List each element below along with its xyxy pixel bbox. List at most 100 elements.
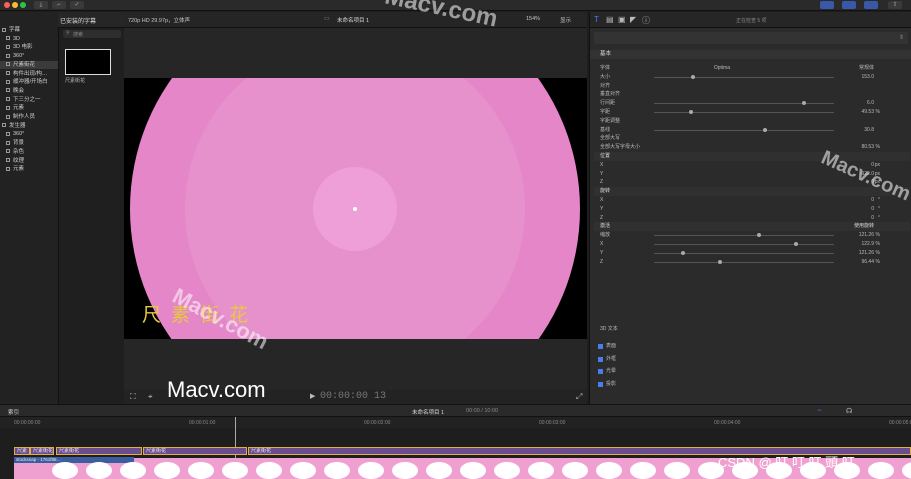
title-clip[interactable]: 尺素街花 xyxy=(30,447,54,455)
inspector-row[interactable]: Z 0 ° xyxy=(594,214,910,223)
slider-knob[interactable] xyxy=(689,110,693,114)
close-window-button[interactable] xyxy=(4,2,10,8)
sidebar-item[interactable]: 360° xyxy=(0,130,58,139)
zoom-level[interactable]: 154% xyxy=(526,16,540,22)
slider-knob[interactable] xyxy=(802,101,806,106)
inspector-row[interactable]: 垂直对齐 xyxy=(594,90,910,99)
background-tasks-button[interactable]: ✓ xyxy=(70,1,84,9)
value-slider[interactable] xyxy=(654,261,834,263)
inspector-row[interactable]: 行间距 6.0 xyxy=(594,99,910,108)
sidebar-item[interactable]: 下三分之一 xyxy=(0,96,58,105)
inspector-row-value[interactable]: 30.8 xyxy=(864,126,874,135)
inspector-row[interactable]: Z 96.44% xyxy=(594,258,910,267)
transform-icon[interactable]: ⛶ xyxy=(130,392,136,402)
title-clip[interactable]: 尺素 xyxy=(14,447,30,455)
sidebar-item[interactable]: 360° xyxy=(0,52,58,61)
inspector-row[interactable]: 字距调整 xyxy=(594,117,910,126)
inspector-check-row[interactable]: 投影 xyxy=(594,380,910,389)
inspector-row-value[interactable]: 122.9 xyxy=(861,240,874,249)
text-inspector-icon[interactable]: T xyxy=(594,15,599,24)
inspector-row[interactable]: X 122.9% xyxy=(594,240,910,249)
inspector-row[interactable]: 旋转 xyxy=(594,187,910,196)
section-basic[interactable]: 基本 xyxy=(590,50,911,59)
filter-icon[interactable]: ◤ xyxy=(630,15,636,24)
text3d-row[interactable]: 3D 文本 xyxy=(594,325,910,334)
inspector-row-value[interactable]: 153.0 xyxy=(861,73,874,82)
value-slider[interactable] xyxy=(654,103,834,105)
value-slider[interactable] xyxy=(654,112,834,113)
search-field[interactable]: ⚲ 搜索 xyxy=(63,30,121,38)
slider-knob[interactable] xyxy=(691,74,695,79)
inspector-row[interactable]: 全部大写字母大小 80.53% xyxy=(594,143,910,152)
inspector-row[interactable]: Y 0 ° xyxy=(594,205,910,214)
clip-thumbnail[interactable] xyxy=(65,49,111,75)
inspector-row-value[interactable]: 使用旋转 xyxy=(854,222,874,231)
inspector-row-value2[interactable]: 常规体 xyxy=(859,64,874,73)
sidebar-item[interactable]: 晚会 xyxy=(0,87,58,96)
inspector-check-row[interactable]: 外框 xyxy=(594,355,910,364)
inspector-row-value[interactable]: 121.26 xyxy=(859,249,874,258)
info-icon[interactable]: ⓘ xyxy=(642,15,650,26)
fullscreen-icon[interactable]: ⤢ xyxy=(576,392,582,402)
crop-icon[interactable]: ⌖ xyxy=(148,392,153,402)
preset-dropdown[interactable]: ⇕ xyxy=(594,32,908,44)
value-slider[interactable] xyxy=(654,244,834,245)
play-icon[interactable]: ▶ xyxy=(310,392,315,400)
share-button[interactable]: ⇧ xyxy=(888,1,902,9)
sidebar-item[interactable]: 发生器 xyxy=(0,122,58,131)
inspector-row[interactable]: 全部大写 xyxy=(594,134,910,143)
inspector-row-value[interactable]: 6.0 xyxy=(867,99,874,108)
sidebar-item[interactable]: 元素 xyxy=(0,104,58,113)
inspector-row[interactable]: 缩放 121.26% xyxy=(594,231,910,240)
value-slider[interactable] xyxy=(654,129,834,131)
sidebar-item[interactable]: 尺素街花 xyxy=(0,60,58,70)
title-clip[interactable]: 尺素街花 xyxy=(56,447,142,455)
inspector-row-value[interactable]: Optima xyxy=(714,64,730,73)
slider-knob[interactable] xyxy=(763,127,767,132)
checkbox[interactable] xyxy=(598,344,603,349)
library-label[interactable]: 已安装的字幕 xyxy=(60,16,96,25)
minimize-window-button[interactable] xyxy=(12,2,18,8)
slider-knob[interactable] xyxy=(718,259,722,264)
value-slider[interactable] xyxy=(654,76,834,78)
slider-knob[interactable] xyxy=(794,242,798,246)
layout-timeline-button[interactable] xyxy=(842,1,856,9)
zoom-window-button[interactable] xyxy=(20,2,26,8)
title-inspector-icon[interactable]: ▤ xyxy=(606,15,614,24)
inspector-row[interactable]: 位置 xyxy=(594,152,910,161)
inspector-row[interactable]: 字体 Optima 常规体 xyxy=(594,64,910,73)
sidebar-item[interactable]: 缓冲器/开场白 xyxy=(0,78,58,87)
inspector-row[interactable]: X 0 ° xyxy=(594,196,910,205)
sidebar-item[interactable]: 3D 电影 xyxy=(0,43,58,52)
inspector-check-row[interactable]: 光晕 xyxy=(594,367,910,376)
timeline-ruler[interactable]: 00:00:00:00 00:00:01:00 00:00:02:00 00:00:0… xyxy=(0,417,911,428)
inspector-row-value[interactable]: 121.26 xyxy=(859,231,874,240)
layout-inspector-button[interactable] xyxy=(864,1,878,9)
sidebar-item[interactable]: 3D xyxy=(0,35,58,44)
video-inspector-icon[interactable]: ▣ xyxy=(618,15,626,24)
sidebar-item[interactable]: 杂色 xyxy=(0,148,58,157)
keyword-button[interactable]: ⌐ xyxy=(52,1,66,9)
inspector-row[interactable]: 字距 49.53% xyxy=(594,108,910,117)
title-clip[interactable]: 尺素街花 xyxy=(143,447,247,455)
layout-browser-button[interactable] xyxy=(820,1,834,9)
inspector-row-value[interactable]: 49.53 xyxy=(861,108,874,117)
headphones-icon[interactable]: ☊ xyxy=(846,407,852,415)
inspector-row[interactable]: 对齐 xyxy=(594,82,910,91)
sidebar-item[interactable]: 元素 xyxy=(0,165,58,174)
sidebar-item[interactable]: 纹理 xyxy=(0,157,58,166)
index-button[interactable]: 索引 xyxy=(8,408,19,416)
skimming-icon[interactable]: ⇔ xyxy=(816,407,823,414)
inspector-row-value[interactable]: 80.53 xyxy=(861,143,874,152)
checkbox[interactable] xyxy=(598,381,603,387)
sidebar-item[interactable]: 构件出现/构… xyxy=(0,70,58,79)
inspector-check-row[interactable]: 表面 xyxy=(594,342,910,351)
inspector-row-value[interactable]: 0 xyxy=(871,196,874,205)
timeline-project-title[interactable]: 未命名项目 1 xyxy=(412,408,444,416)
slider-knob[interactable] xyxy=(681,250,685,255)
checkbox[interactable] xyxy=(598,369,603,374)
inspector-row[interactable]: 大小 153.0 xyxy=(594,73,910,82)
checkbox[interactable] xyxy=(598,356,603,362)
sidebar-item[interactable]: 制作人员 xyxy=(0,113,58,122)
inspector-row[interactable]: 基线 30.8 xyxy=(594,126,910,135)
